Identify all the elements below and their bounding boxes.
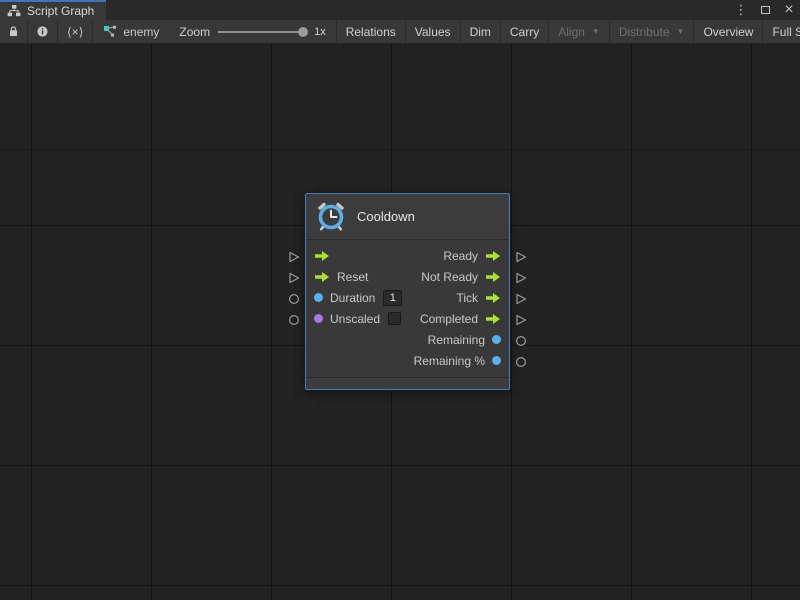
graph-canvas[interactable]: Cooldown Ready Reset Not Ready Duration 1 Tic… bbox=[0, 44, 800, 600]
port-row: Unscaled Completed bbox=[306, 308, 509, 329]
toolbar-button-overview[interactable]: Overview bbox=[694, 20, 763, 43]
input-port[interactable]: Duration 1 bbox=[314, 290, 402, 306]
toolbar-button-label: Full Screen bbox=[772, 25, 800, 39]
value-dot-icon[interactable] bbox=[314, 314, 323, 323]
output-pin-flow[interactable] bbox=[515, 272, 527, 284]
inspect-expression-button[interactable]: ⟨×⟩ bbox=[58, 20, 93, 43]
tab-title: Script Graph bbox=[27, 4, 94, 18]
tab-script-graph[interactable]: Script Graph bbox=[0, 0, 106, 20]
port-label: Duration bbox=[330, 291, 375, 305]
toolbar-button-label: Values bbox=[415, 25, 451, 39]
lock-button[interactable] bbox=[0, 20, 28, 43]
maximize-icon[interactable] bbox=[758, 2, 772, 18]
port-row: Ready bbox=[306, 245, 509, 266]
input-port[interactable]: Reset bbox=[314, 270, 368, 284]
breadcrumb[interactable]: enemy bbox=[93, 20, 169, 43]
value-dot-icon[interactable] bbox=[492, 356, 501, 365]
flow-arrow-icon[interactable] bbox=[485, 313, 501, 325]
graph-node-icon bbox=[103, 25, 117, 38]
output-port[interactable]: Tick bbox=[456, 291, 501, 305]
output-pin-value[interactable] bbox=[515, 335, 527, 347]
cooldown-node[interactable]: Cooldown Ready Reset Not Ready Duration 1 Tic… bbox=[305, 193, 510, 390]
toolbar-buttons: Relations Values Dim Carry Align ▼ Distribute ▼… bbox=[337, 20, 800, 43]
zoom-slider[interactable] bbox=[218, 31, 306, 33]
port-label: Not Ready bbox=[421, 270, 478, 284]
toolbar-button-full-screen[interactable]: Full Screen bbox=[763, 20, 800, 43]
info-button[interactable] bbox=[28, 20, 58, 43]
window-controls: ⋮ × bbox=[734, 0, 796, 20]
output-port[interactable]: Remaining % bbox=[414, 354, 501, 368]
output-port[interactable]: Completed bbox=[420, 312, 501, 326]
input-port[interactable] bbox=[314, 250, 330, 262]
flow-arrow-icon[interactable] bbox=[314, 250, 330, 262]
node-header[interactable]: Cooldown bbox=[306, 194, 509, 240]
value-dot-icon[interactable] bbox=[314, 293, 323, 302]
toolbar-button-label: Carry bbox=[510, 25, 539, 39]
window-menu-icon[interactable]: ⋮ bbox=[734, 2, 748, 18]
dropdown-arrow-icon: ▼ bbox=[592, 27, 600, 36]
input-pin-value[interactable] bbox=[288, 293, 300, 305]
output-pin-flow[interactable] bbox=[515, 314, 527, 326]
tab-bar: Script Graph ⋮ × bbox=[0, 0, 800, 20]
toolbar-button-label: Overview bbox=[703, 25, 753, 39]
script-graph-window: Script Graph ⋮ × ⟨×⟩ bbox=[0, 0, 800, 600]
flow-arrow-icon[interactable] bbox=[314, 271, 330, 283]
breadcrumb-label: enemy bbox=[123, 25, 159, 39]
flow-arrow-icon[interactable] bbox=[485, 250, 501, 262]
toolbar-button-distribute[interactable]: Distribute ▼ bbox=[610, 20, 695, 43]
zoom-label: Zoom bbox=[179, 25, 210, 39]
port-row: Remaining % bbox=[306, 350, 509, 371]
port-row: Remaining bbox=[306, 329, 509, 350]
output-port[interactable]: Ready bbox=[443, 249, 501, 263]
graph-hierarchy-icon bbox=[7, 5, 21, 17]
close-icon[interactable]: × bbox=[782, 2, 796, 18]
zoom-slider-handle[interactable] bbox=[298, 27, 308, 37]
zoom-control: Zoom 1x bbox=[169, 20, 335, 43]
toolbar-button-label: Distribute bbox=[619, 25, 670, 39]
output-pin-value[interactable] bbox=[515, 356, 527, 368]
port-label: Unscaled bbox=[330, 312, 380, 326]
flow-arrow-icon[interactable] bbox=[485, 292, 501, 304]
port-label: Remaining % bbox=[414, 354, 485, 368]
value-dot-icon[interactable] bbox=[492, 335, 501, 344]
toolbar-button-align[interactable]: Align ▼ bbox=[549, 20, 610, 43]
input-pin-flow[interactable] bbox=[288, 251, 300, 263]
output-port[interactable]: Remaining bbox=[428, 333, 501, 347]
port-label: Remaining bbox=[428, 333, 485, 347]
port-label: Tick bbox=[456, 291, 478, 305]
port-row: Duration 1 Tick bbox=[306, 287, 509, 308]
dropdown-arrow-icon: ▼ bbox=[677, 27, 685, 36]
code-icon: ⟨×⟩ bbox=[67, 25, 83, 39]
toolbar-button-carry[interactable]: Carry bbox=[501, 20, 549, 43]
port-label: Ready bbox=[443, 249, 478, 263]
input-port[interactable]: Unscaled bbox=[314, 312, 401, 326]
zoom-value: 1x bbox=[314, 26, 326, 38]
graph-toolbar: ⟨×⟩ enemy Zoom 1x Relations Values Dim Carr… bbox=[0, 20, 800, 44]
input-pin-value[interactable] bbox=[288, 314, 300, 326]
lock-icon bbox=[9, 25, 18, 38]
node-ports: Ready Reset Not Ready Duration 1 Tick Unscaled… bbox=[306, 240, 509, 377]
toolbar-button-label: Relations bbox=[346, 25, 396, 39]
output-port[interactable]: Not Ready bbox=[421, 270, 501, 284]
port-label: Reset bbox=[337, 270, 368, 284]
toolbar-button-label: Dim bbox=[470, 25, 491, 39]
toolbar-button-values[interactable]: Values bbox=[406, 20, 461, 43]
output-pin-flow[interactable] bbox=[515, 293, 527, 305]
output-pin-flow[interactable] bbox=[515, 251, 527, 263]
toolbar-button-dim[interactable]: Dim bbox=[461, 20, 501, 43]
info-icon bbox=[37, 25, 48, 38]
port-label: Completed bbox=[420, 312, 478, 326]
duration-value-field[interactable]: 1 bbox=[383, 290, 402, 306]
input-pin-flow[interactable] bbox=[288, 272, 300, 284]
toolbar-button-relations[interactable]: Relations bbox=[337, 20, 406, 43]
flow-arrow-icon[interactable] bbox=[485, 271, 501, 283]
node-footer bbox=[306, 377, 509, 389]
unscaled-checkbox[interactable] bbox=[388, 312, 401, 325]
port-row: Reset Not Ready bbox=[306, 266, 509, 287]
toolbar-button-label: Align bbox=[558, 25, 585, 39]
node-title: Cooldown bbox=[357, 209, 415, 224]
alarm-clock-icon bbox=[316, 202, 346, 232]
